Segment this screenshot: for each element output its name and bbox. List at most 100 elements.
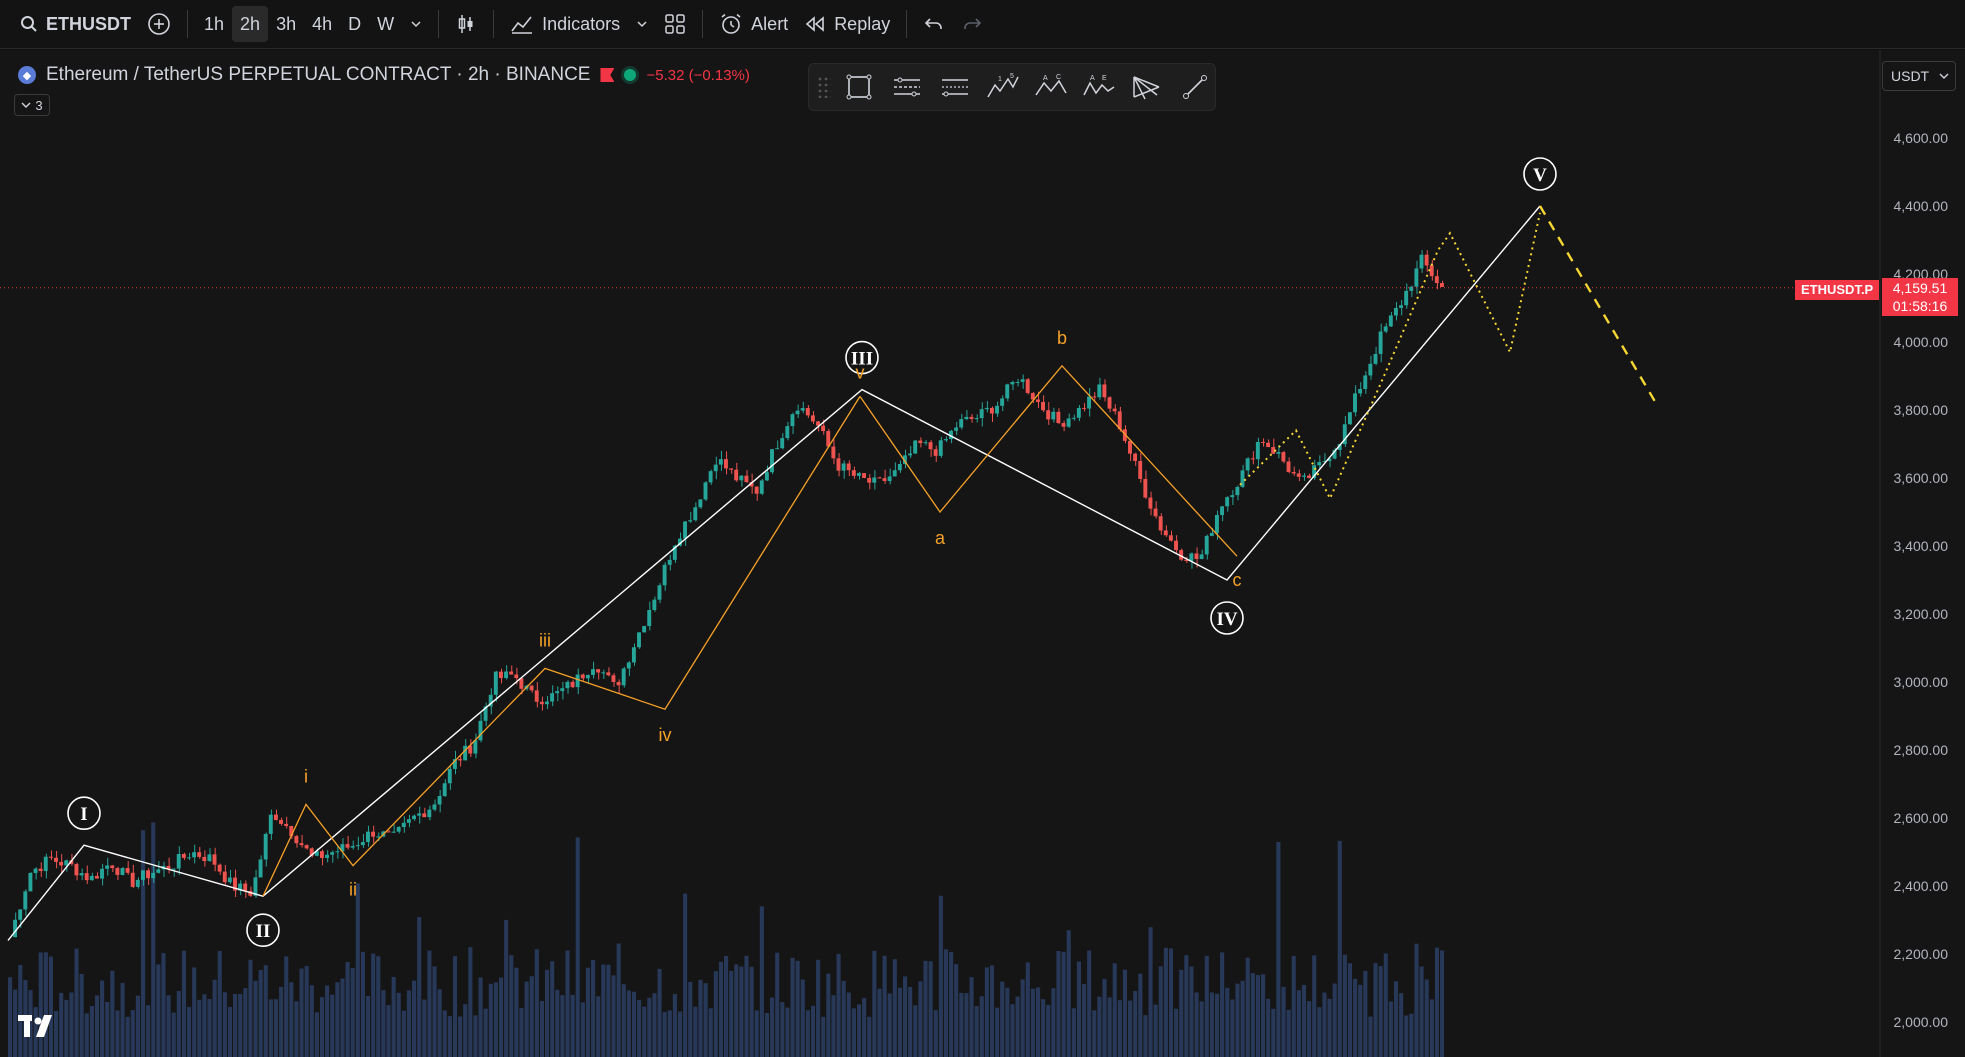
replay-button[interactable]: Replay (796, 6, 898, 42)
chart-pane[interactable]: 4,600.00 4,400.00 4,200.00 4,000.00 3,800.00… (0, 50, 1965, 1057)
volume-bar (258, 969, 263, 1057)
interval-4h[interactable]: 4h (304, 6, 340, 42)
candle-body (1440, 283, 1444, 287)
candle-body (713, 464, 718, 472)
candle-body (1358, 388, 1363, 394)
candle-body (28, 872, 33, 892)
volume-bar (345, 961, 350, 1057)
rectangle-tool-button[interactable] (839, 69, 879, 105)
alert-button[interactable]: Alert (711, 6, 796, 42)
candle-body (770, 449, 774, 473)
elliott-correction-tool-button[interactable]: AC (1031, 69, 1071, 105)
compare-symbol-button[interactable] (139, 6, 179, 42)
candle-body (110, 865, 115, 869)
candle-body (1419, 254, 1424, 269)
elliott-impulse-tool-button[interactable]: 15 (983, 69, 1023, 105)
candle-body (1363, 375, 1368, 389)
candle-body (1153, 508, 1158, 517)
volume-bar (1133, 990, 1138, 1057)
chart-type-button[interactable] (447, 6, 485, 42)
volume-bar (539, 1000, 544, 1057)
candle-body (856, 473, 861, 476)
candle-body (800, 408, 805, 411)
volume-bar (698, 979, 703, 1057)
volume-bar (744, 955, 749, 1057)
line-settings-icon (894, 77, 920, 97)
indicators-collapse-button[interactable]: 3 (14, 94, 50, 116)
candle-body (959, 419, 964, 428)
interval-w[interactable]: W (369, 6, 402, 42)
candle-body (892, 470, 897, 477)
candle-body (585, 674, 590, 679)
volume-bar (273, 999, 279, 1057)
volume-bar (550, 961, 555, 1057)
undo-button[interactable] (915, 6, 953, 42)
gann-fan-tool-button[interactable] (1127, 69, 1167, 105)
volume-bar (401, 1010, 406, 1057)
candle-body (207, 854, 212, 862)
volume-bar (294, 1001, 299, 1057)
volume-bar (1179, 969, 1184, 1057)
candle-body (1071, 417, 1076, 419)
currency-selector[interactable]: USDT (1882, 61, 1956, 91)
interval-dropdown[interactable] (402, 6, 430, 42)
candle-body (550, 693, 555, 702)
candle-body (708, 471, 713, 483)
volume-bar (1097, 996, 1102, 1057)
candle-body (319, 851, 324, 858)
symbol-search-button[interactable]: ETHUSDT (12, 6, 139, 42)
candle-body (954, 427, 959, 431)
candle-body (744, 475, 749, 483)
candle-body (514, 674, 519, 679)
volume-bar (662, 1012, 667, 1057)
volume-bar (227, 1006, 233, 1057)
volume-bar (376, 956, 381, 1057)
volume-bar (754, 1010, 759, 1057)
volume-bar (1082, 984, 1087, 1057)
volume-bar (708, 1008, 713, 1057)
elliott-triangle-tool-button[interactable]: AE (1079, 69, 1119, 105)
parallel-channel-tool-button[interactable] (935, 69, 975, 105)
line-style-tool-button[interactable] (887, 69, 927, 105)
price-axis-label: 3,600.00 (1894, 470, 1949, 486)
candle-body (48, 856, 53, 858)
volume-bar (69, 992, 74, 1057)
indicators-dropdown[interactable] (628, 6, 656, 42)
primary-wave-label: I (80, 804, 87, 825)
indicators-button[interactable]: Indicators (502, 6, 628, 42)
redo-icon (964, 18, 982, 29)
drag-handle-icon[interactable] (817, 76, 831, 98)
volume-bar (504, 919, 509, 1057)
candle-body (1429, 265, 1434, 277)
candle-body (1010, 381, 1015, 385)
volume-bar (248, 959, 253, 1057)
candle-body (969, 416, 974, 420)
trend-line-tool-button[interactable] (1175, 69, 1215, 105)
volume-bar (724, 955, 729, 1057)
tradingview-logo-icon[interactable] (18, 1012, 62, 1042)
volume-bar (984, 967, 989, 1057)
interval-3h[interactable]: 3h (268, 6, 304, 42)
flag-icon[interactable] (600, 68, 615, 82)
redo-button[interactable] (953, 6, 991, 42)
svg-text:E: E (1102, 75, 1107, 82)
channel-icon (942, 79, 968, 97)
volume-bar (406, 990, 412, 1057)
volume-bar (299, 968, 304, 1057)
candle-body (1041, 401, 1045, 411)
candle-body (146, 870, 150, 879)
candle-body (406, 819, 411, 823)
price-chart[interactable]: 4,600.004,400.004,200.004,000.003,800.00… (0, 50, 1965, 1057)
price-axis-label: 2,600.00 (1894, 810, 1949, 826)
candle-body (1261, 441, 1265, 443)
candle-body (1051, 411, 1056, 420)
candle-body (805, 408, 810, 416)
volume-bar (1199, 1001, 1204, 1057)
interval-1h[interactable]: 1h (196, 6, 232, 42)
search-icon (21, 16, 37, 32)
interval-d[interactable]: D (340, 6, 369, 42)
layouts-button[interactable] (656, 6, 694, 42)
interval-2h[interactable]: 2h (232, 6, 269, 42)
candle-body (458, 759, 462, 761)
candle-body (688, 520, 693, 522)
